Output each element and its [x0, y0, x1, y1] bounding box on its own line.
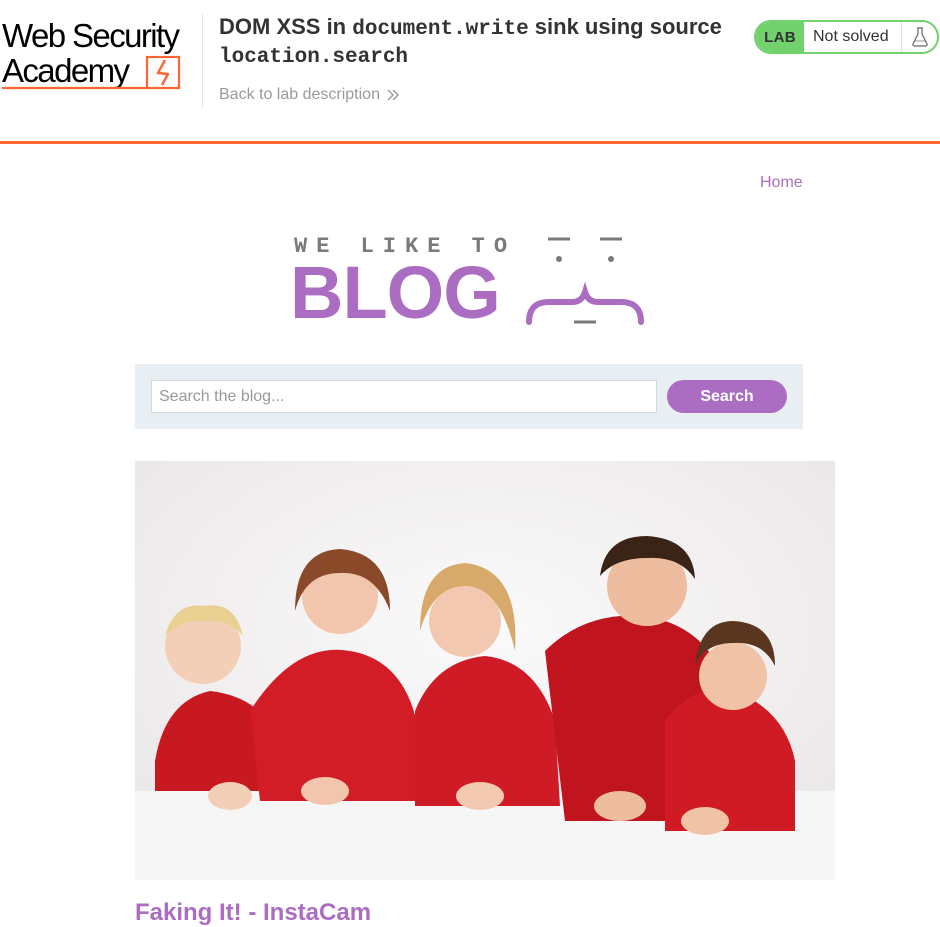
- blog-search-panel: Search: [135, 364, 803, 429]
- flask-icon-button[interactable]: [901, 22, 937, 52]
- lab-title-code-source: location.search: [219, 46, 409, 69]
- back-to-lab-description-link[interactable]: Back to lab description: [219, 86, 400, 104]
- lab-title: DOM XSS in document.write sink using sou…: [219, 14, 744, 70]
- post-title[interactable]: Faking It! - InstaCam: [135, 899, 371, 927]
- blog-face-icon: [526, 237, 644, 325]
- blog-banner: WE LIKE TO BLOG: [290, 232, 650, 332]
- lab-status-text: Not solved: [813, 28, 889, 45]
- lab-badge: LAB: [756, 22, 804, 52]
- post-image[interactable]: [135, 461, 835, 880]
- lab-title-code-sink: document.write: [352, 18, 529, 41]
- logo-lightning-icon: [2, 55, 181, 90]
- back-link-label: Back to lab description: [219, 86, 380, 103]
- lab-title-middle: sink using source: [528, 14, 722, 39]
- lab-status-widget: LAB Not solved: [754, 20, 939, 54]
- banner-blog-word: BLOG: [290, 251, 501, 334]
- search-button[interactable]: Search: [667, 380, 787, 413]
- lab-title-prefix: DOM XSS in: [219, 14, 353, 39]
- blog-search-input[interactable]: [151, 380, 657, 413]
- header-divider: [202, 14, 203, 108]
- double-chevron-right-icon: [387, 89, 399, 101]
- academy-header: Web Security Academy DOM XSS in document…: [0, 0, 940, 144]
- nav-home-link[interactable]: Home: [760, 174, 803, 192]
- family-photo-illustration: [135, 461, 835, 880]
- academy-logo[interactable]: Web Security Academy: [2, 18, 202, 96]
- flask-icon: [911, 27, 928, 47]
